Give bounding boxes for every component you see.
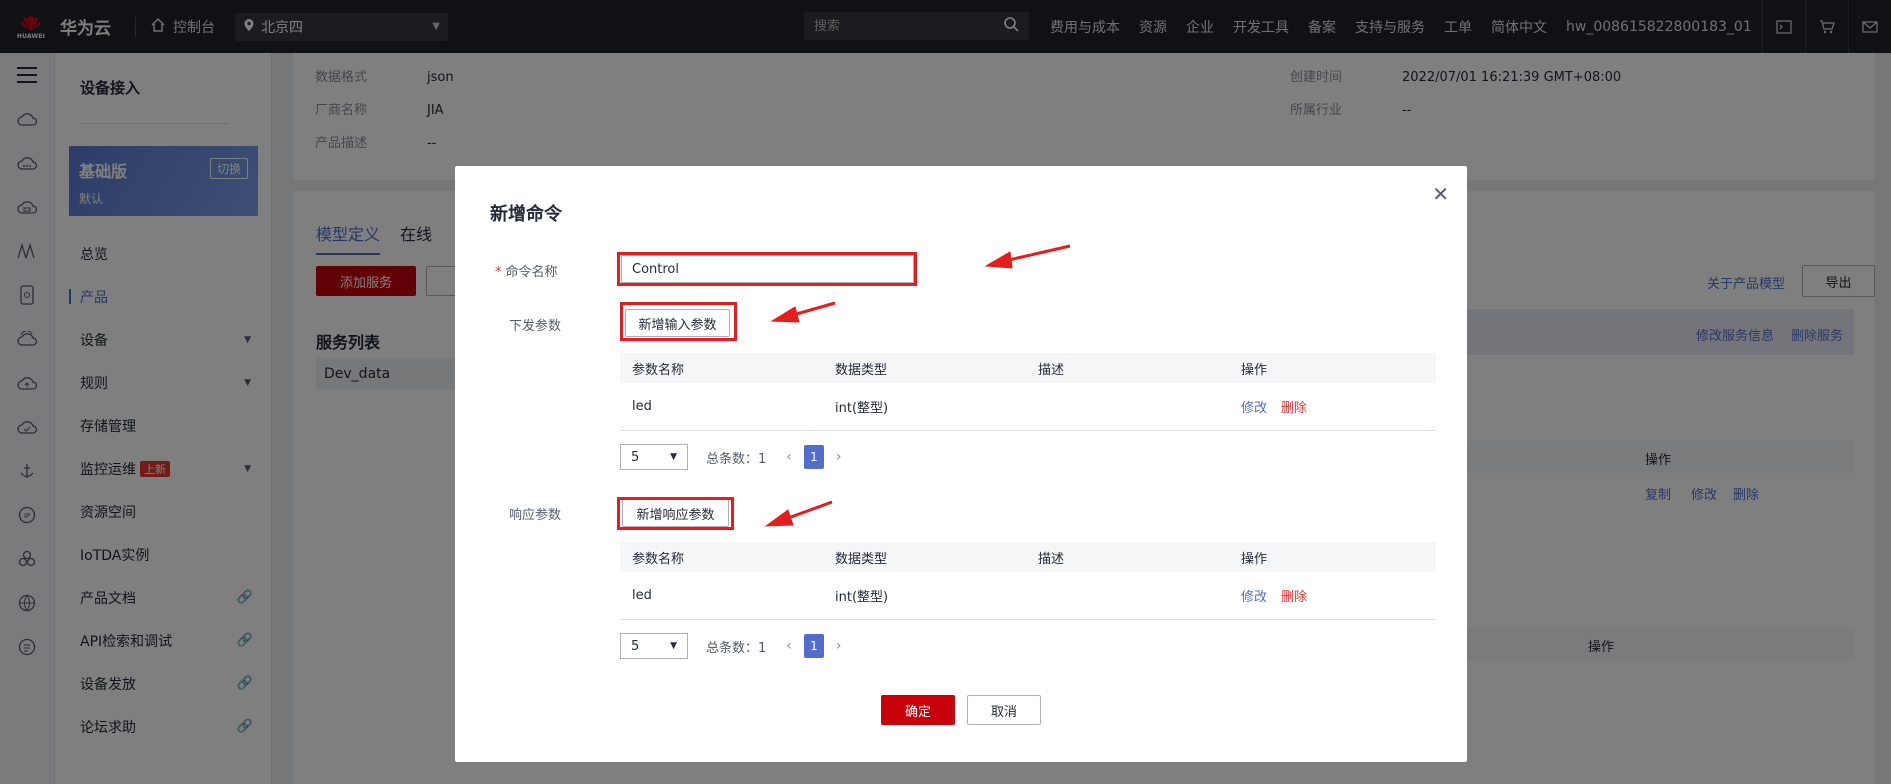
header-actions: 操作: [1241, 551, 1268, 567]
page-size-value: 5: [631, 638, 640, 654]
table-header: 参数名称 数据类型 描述 操作: [620, 542, 1436, 572]
total-count: 总条数：1: [706, 640, 767, 656]
param-name: led: [632, 588, 652, 603]
response-params-label: 响应参数: [509, 508, 562, 523]
command-name-label: * 命令名称: [495, 261, 558, 280]
header-param-name: 参数名称: [632, 551, 685, 567]
total-count: 总条数：1: [706, 451, 767, 467]
page-size-select[interactable]: 5 ▼: [620, 633, 688, 659]
input-params-table: 参数名称 数据类型 描述 操作 led int(整型) 修改 删除: [620, 353, 1436, 431]
table-row: led int(整型) 修改 删除: [620, 572, 1436, 620]
response-params-table: 参数名称 数据类型 描述 操作 led int(整型) 修改 删除: [620, 542, 1436, 620]
edit-param-link[interactable]: 修改: [1241, 590, 1267, 605]
add-command-dialog: 新增命令 ✕ *命令名称 下发参数 新增输入参数 参数名称 数据类型 描述 操作…: [455, 166, 1467, 762]
header-param-name: 参数名称: [632, 362, 685, 378]
param-actions: 修改 删除: [1229, 586, 1436, 605]
header-description: 描述: [1038, 362, 1065, 378]
confirm-button[interactable]: 确定: [881, 695, 955, 725]
response-pager: 5 ▼ 总条数：1 ‹ 1 ›: [620, 633, 842, 659]
edit-param-link[interactable]: 修改: [1241, 401, 1267, 416]
page-size-value: 5: [631, 449, 640, 465]
caret-down-icon: ▼: [670, 452, 677, 462]
chevron-left-icon[interactable]: ‹: [786, 638, 792, 654]
table-header: 参数名称 数据类型 描述 操作: [620, 353, 1436, 383]
page-size-select[interactable]: 5 ▼: [620, 444, 688, 470]
page-number[interactable]: 1: [803, 634, 824, 658]
chevron-left-icon[interactable]: ‹: [786, 449, 792, 465]
chevron-right-icon[interactable]: ›: [836, 449, 842, 465]
header-data-type: 数据类型: [835, 551, 888, 567]
input-pager: 5 ▼ 总条数：1 ‹ 1 ›: [620, 444, 842, 470]
delete-param-link[interactable]: 删除: [1281, 590, 1307, 605]
label-text: 命令名称: [505, 265, 558, 280]
param-type: int(整型): [835, 590, 889, 605]
table-row: led int(整型) 修改 删除: [620, 383, 1436, 431]
header-data-type: 数据类型: [835, 362, 888, 378]
header-description: 描述: [1038, 551, 1065, 567]
highlight-box: [617, 497, 734, 530]
header-actions: 操作: [1241, 362, 1268, 378]
cancel-button[interactable]: 取消: [967, 695, 1041, 725]
param-type: int(整型): [835, 401, 889, 416]
highlight-box: [620, 302, 737, 341]
dialog-title: 新增命令: [490, 204, 562, 225]
delete-param-link[interactable]: 删除: [1281, 401, 1307, 416]
param-name: led: [632, 399, 652, 414]
down-params-label: 下发参数: [509, 319, 562, 334]
chevron-right-icon[interactable]: ›: [836, 638, 842, 654]
close-icon[interactable]: ✕: [1432, 182, 1449, 206]
required-icon: *: [495, 265, 502, 280]
param-actions: 修改 删除: [1229, 397, 1436, 416]
caret-down-icon: ▼: [670, 641, 677, 651]
highlight-box: [617, 252, 917, 286]
page-number[interactable]: 1: [803, 445, 824, 469]
